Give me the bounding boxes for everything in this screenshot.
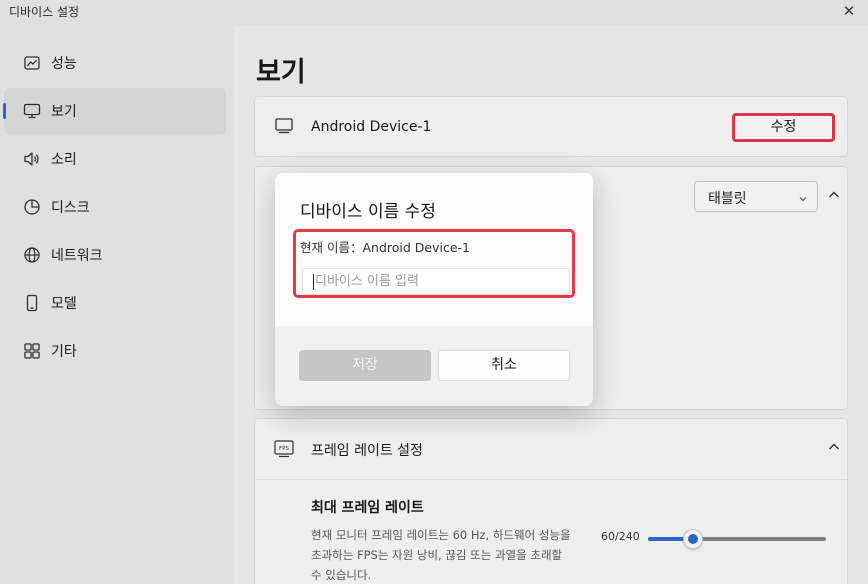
current-name: 현재 이름：Android Device-1 bbox=[300, 240, 470, 255]
device-name-input[interactable] bbox=[302, 268, 570, 295]
cancel-button[interactable]: 취소 bbox=[438, 350, 570, 381]
dialog-body: 디바이스 이름 수정 현재 이름：Android Device-1 bbox=[275, 173, 593, 326]
text-caret bbox=[313, 274, 314, 290]
dialog-footer: 저장 취소 bbox=[275, 326, 593, 406]
save-button[interactable]: 저장 bbox=[299, 350, 431, 381]
rename-dialog: 디바이스 이름 수정 현재 이름：Android Device-1 저장 취소 bbox=[275, 173, 593, 406]
dialog-title: 디바이스 이름 수정 bbox=[300, 202, 436, 222]
